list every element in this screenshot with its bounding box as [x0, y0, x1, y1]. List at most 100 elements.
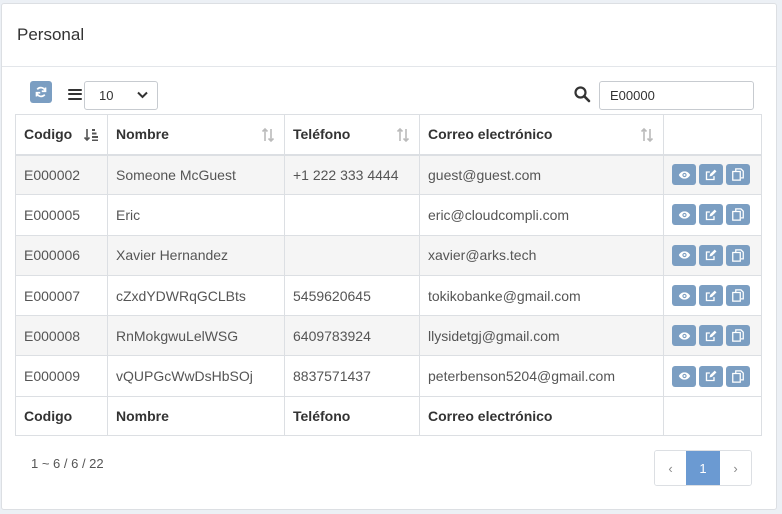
- pagination: ‹ 1 ›: [654, 450, 752, 486]
- cell-actions: [663, 315, 762, 357]
- table-body: E000002 Someone McGuest +1 222 333 4444 …: [15, 153, 762, 397]
- eye-icon: [678, 211, 690, 219]
- cell-codigo: E000005: [15, 194, 108, 236]
- panel-title: Personal: [17, 25, 85, 44]
- copy-icon: [732, 248, 744, 262]
- cell-correo: guest@guest.com: [419, 153, 664, 196]
- view-button[interactable]: [672, 325, 696, 347]
- cell-codigo: E000002: [15, 153, 108, 196]
- edit-button[interactable]: [699, 325, 723, 347]
- view-button[interactable]: [672, 285, 696, 307]
- cell-correo: eric@cloudcompli.com: [419, 194, 664, 236]
- copy-button[interactable]: [726, 365, 750, 387]
- edit-button[interactable]: [699, 285, 723, 307]
- view-button[interactable]: [672, 204, 696, 226]
- copy-button[interactable]: [726, 164, 750, 186]
- prev-page-button[interactable]: ‹: [655, 451, 686, 485]
- edit-button[interactable]: [699, 244, 723, 266]
- search-icon: [574, 86, 591, 103]
- column-header-actions: [663, 114, 762, 156]
- edit-icon: [705, 249, 717, 261]
- footer-telefono: Teléfono: [284, 395, 420, 436]
- table-toolbar: 10: [30, 80, 754, 110]
- table-header-row: Codigo Nombre Teléfono Correo electrónic…: [15, 114, 762, 156]
- footer-nombre: Nombre: [107, 395, 285, 436]
- column-header-correo[interactable]: Correo electrónico: [419, 114, 664, 156]
- cell-actions: [663, 274, 762, 317]
- refresh-button[interactable]: [30, 81, 52, 103]
- next-page-button[interactable]: ›: [720, 451, 751, 485]
- cell-actions: [663, 234, 762, 276]
- cell-nombre: Eric: [107, 194, 285, 236]
- row-actions: [672, 285, 753, 307]
- row-actions: [672, 164, 753, 186]
- cell-correo: llysidetgj@gmail.com: [419, 315, 664, 357]
- copy-button[interactable]: [726, 204, 750, 226]
- edit-button[interactable]: [699, 164, 723, 186]
- chevron-down-icon: [137, 91, 148, 99]
- cell-telefono: +1 222 333 4444: [284, 153, 420, 196]
- eye-icon: [678, 251, 690, 259]
- row-actions: [672, 244, 753, 266]
- edit-icon: [705, 330, 717, 342]
- edit-icon: [705, 290, 717, 301]
- cell-nombre: RnMokgwuLelWSG: [107, 315, 285, 357]
- cell-telefono: 5459620645: [284, 274, 420, 317]
- cell-nombre: Xavier Hernandez: [107, 234, 285, 276]
- row-actions: [672, 204, 753, 226]
- table-footer-row: Codigo Nombre Teléfono Correo electrónic…: [15, 395, 762, 436]
- footer-correo: Correo electrónico: [419, 395, 664, 436]
- cell-actions: [663, 355, 762, 397]
- edit-icon: [705, 209, 717, 221]
- column-header-telefono[interactable]: Teléfono: [284, 114, 420, 156]
- panel-header: Personal: [2, 4, 776, 67]
- copy-button[interactable]: [726, 325, 750, 347]
- cell-actions: [663, 153, 762, 196]
- cell-actions: [663, 194, 762, 236]
- edit-button[interactable]: [699, 204, 723, 226]
- cell-telefono: 6409783924: [284, 315, 420, 357]
- cell-correo: tokikobanke@gmail.com: [419, 274, 664, 317]
- cell-telefono: [284, 194, 420, 236]
- edit-icon: [705, 370, 717, 382]
- table-row: E000009 vQUPGcWwDsHbSOj 8837571437 peter…: [15, 355, 762, 397]
- edit-button[interactable]: [699, 365, 723, 387]
- table-row: E000002 Someone McGuest +1 222 333 4444 …: [15, 153, 762, 196]
- cell-telefono: 8837571437: [284, 355, 420, 397]
- pagination-info: 1 ~ 6 / 6 / 22: [31, 456, 104, 471]
- personal-table: Codigo Nombre Teléfono Correo electrónic…: [15, 114, 762, 436]
- page-button-1[interactable]: 1: [686, 451, 720, 485]
- view-button[interactable]: [672, 365, 696, 387]
- search-input[interactable]: [599, 80, 754, 110]
- eye-icon: [678, 372, 690, 380]
- copy-icon: [732, 168, 744, 182]
- cell-codigo: E000009: [15, 355, 108, 397]
- view-button[interactable]: [672, 164, 696, 186]
- cell-correo: peterbenson5204@gmail.com: [419, 355, 664, 397]
- eye-icon: [678, 171, 690, 179]
- sort-asc-icon: [83, 129, 98, 142]
- footer-actions: [663, 395, 762, 436]
- page-size-select[interactable]: 10: [84, 80, 158, 110]
- copy-button[interactable]: [726, 285, 750, 307]
- sort-icon: [396, 127, 410, 143]
- edit-icon: [705, 169, 717, 181]
- refresh-icon: [35, 86, 47, 98]
- column-header-codigo[interactable]: Codigo: [15, 114, 108, 156]
- copy-button[interactable]: [726, 244, 750, 266]
- eye-icon: [678, 291, 690, 300]
- cell-nombre: Someone McGuest: [107, 153, 285, 196]
- copy-icon: [732, 208, 744, 222]
- copy-icon: [732, 369, 744, 383]
- row-actions: [672, 365, 753, 387]
- row-actions: [672, 325, 753, 347]
- table-row: E000007 cZxdYDWRqGCLBts 5459620645 tokik…: [15, 274, 762, 317]
- footer-codigo: Codigo: [15, 395, 108, 436]
- copy-icon: [732, 289, 744, 302]
- cell-correo: xavier@arks.tech: [419, 234, 664, 276]
- table-row: E000008 RnMokgwuLelWSG 6409783924 llysid…: [15, 315, 762, 357]
- eye-icon: [678, 332, 690, 340]
- page-size-value: 10: [99, 87, 114, 103]
- column-header-nombre[interactable]: Nombre: [107, 114, 285, 156]
- view-button[interactable]: [672, 244, 696, 266]
